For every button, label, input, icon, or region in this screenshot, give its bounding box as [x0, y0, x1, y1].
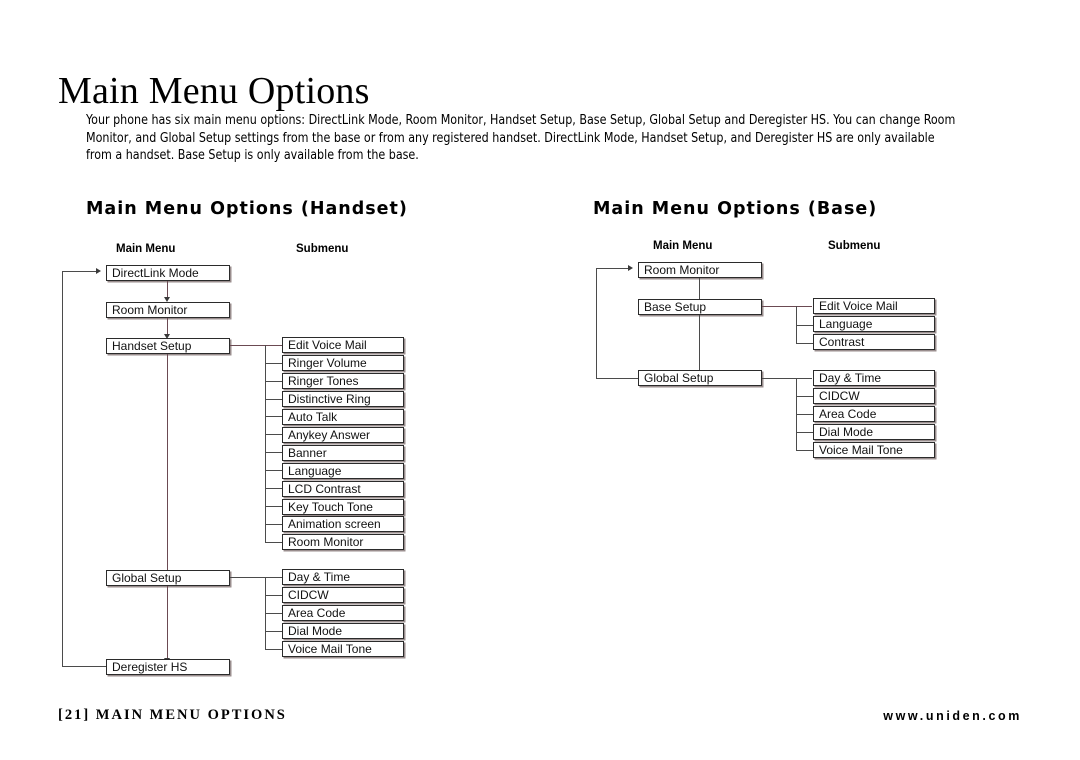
base-menu-diagram: Main Menu Submenu Room Monitor Base Setu…	[0, 0, 1080, 760]
base-node-room-monitor[interactable]: Room Monitor	[638, 262, 762, 278]
base-global-stub-3	[796, 432, 813, 433]
base-submenu-column-header: Submenu	[828, 240, 881, 252]
base-global-stub-1	[796, 396, 813, 397]
base-global-bracket-stem	[762, 378, 812, 379]
base-global-submenu-item[interactable]: Voice Mail Tone	[813, 442, 935, 458]
base-trunk-vertical	[596, 268, 597, 379]
base-node-global-setup[interactable]: Global Setup	[638, 370, 762, 386]
base-main-menu-column-header: Main Menu	[653, 240, 713, 252]
base-global-submenu-item[interactable]: Dial Mode	[813, 424, 935, 440]
base-global-submenu-item[interactable]: Area Code	[813, 406, 935, 422]
base-setup-bracket-stem	[762, 306, 812, 307]
footer-page-label: [21] MAIN MENU OPTIONS	[58, 707, 287, 723]
base-trunk-bottom	[596, 378, 638, 379]
base-trunk-top	[596, 268, 630, 269]
base-setup-submenu-item[interactable]: Contrast	[813, 334, 935, 350]
base-setup-submenu-item[interactable]: Edit Voice Mail	[813, 298, 935, 314]
base-global-stub-4	[796, 450, 813, 451]
base-global-stub-2	[796, 414, 813, 415]
base-global-submenu-item[interactable]: Day & Time	[813, 370, 935, 386]
base-trunk-arrowhead-icon	[628, 264, 633, 271]
base-node-base-setup[interactable]: Base Setup	[638, 299, 762, 315]
base-link-2	[699, 315, 700, 370]
base-link-1	[699, 278, 700, 299]
base-setup-stub-1	[796, 325, 813, 326]
base-setup-submenu-item[interactable]: Language	[813, 316, 935, 332]
base-global-submenu-item[interactable]: CIDCW	[813, 388, 935, 404]
base-setup-stub-2	[796, 343, 813, 344]
footer-website[interactable]: www.uniden.com	[883, 709, 1022, 723]
